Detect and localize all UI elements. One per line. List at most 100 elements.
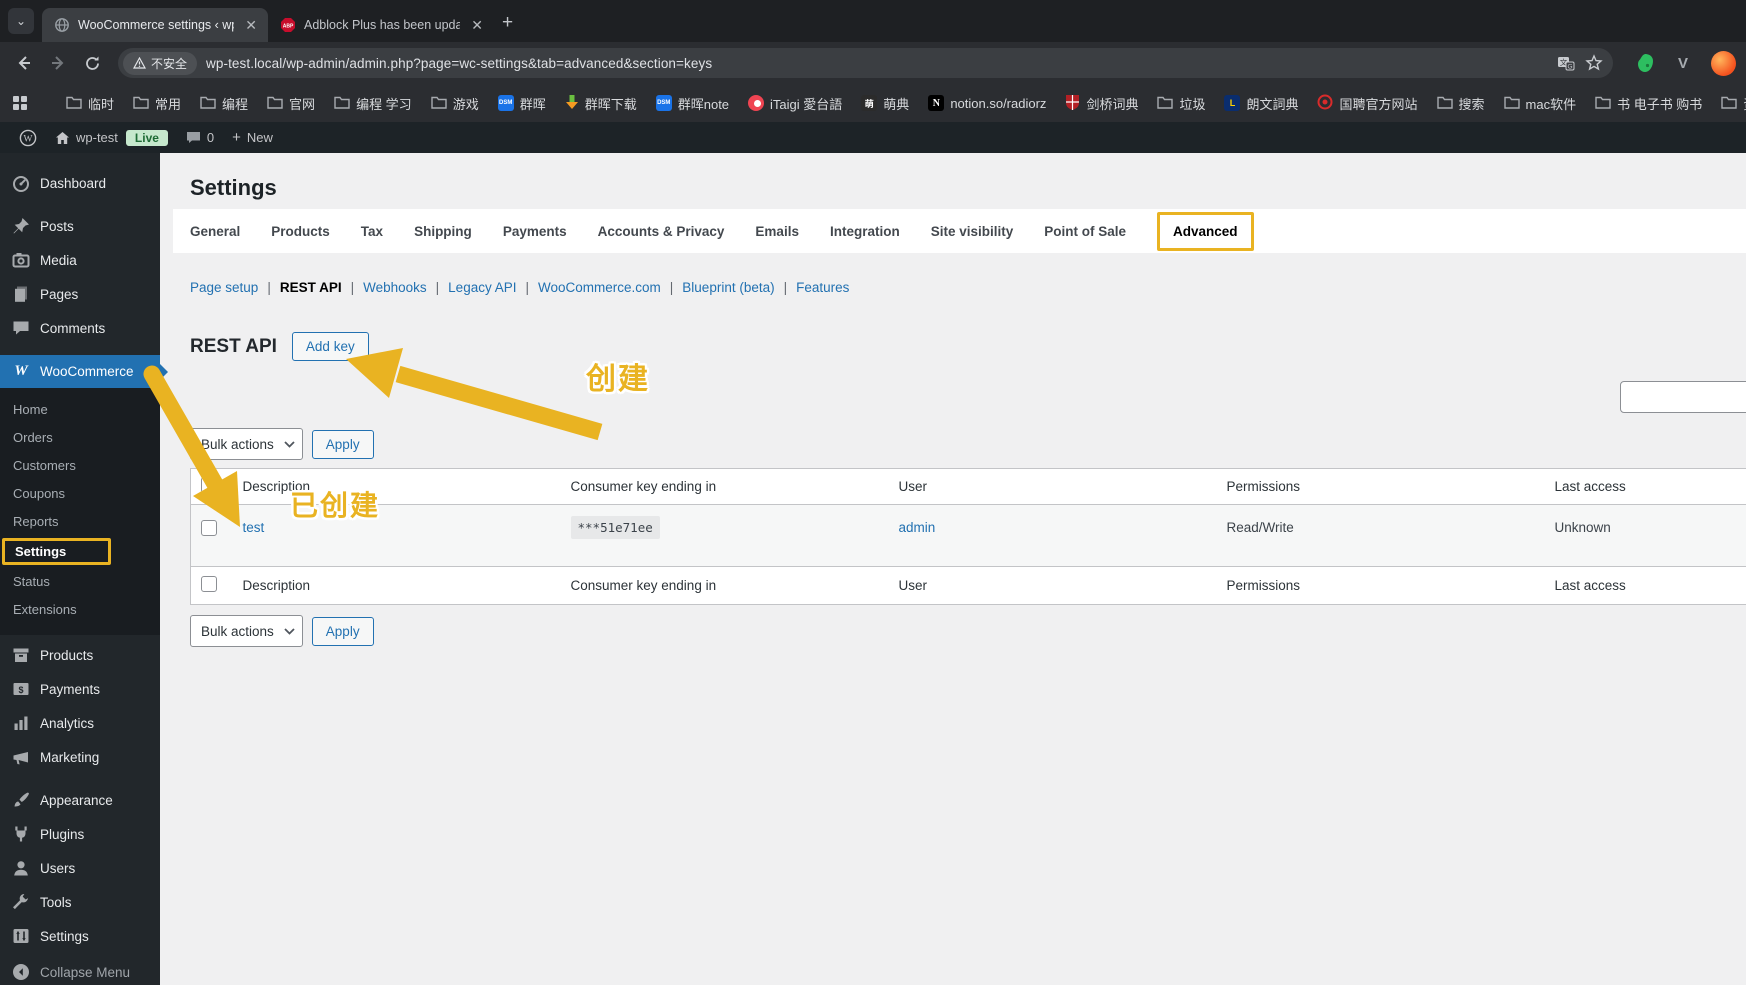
v-extension-icon[interactable]: V [1671,51,1695,75]
browser-tab-woocommerce[interactable]: WooCommerce settings ‹ wp ✕ [42,8,268,42]
key-user-link[interactable]: admin [899,520,936,535]
bookmark-item[interactable]: mac软件 [1503,94,1576,113]
sidebar-item-comments[interactable]: Comments [0,311,160,345]
evernote-extension-icon[interactable] [1633,51,1657,75]
tab-payments[interactable]: Payments [503,224,567,239]
sidebar-item-woo-status[interactable]: Status [0,567,160,595]
select-all-checkbox[interactable] [201,477,217,493]
bookmark-item[interactable]: L 朗文詞典 [1224,94,1298,113]
tab-emails[interactable]: Emails [755,224,799,239]
bookmark-item[interactable]: 萌萌典 [861,94,909,113]
bookmark-item[interactable]: Nnotion.so/radiorz [928,95,1046,111]
site-link[interactable]: wp-test Live [46,122,177,153]
bookmark-item[interactable]: DSM 群晖 [497,94,546,113]
sidebar-item-woocommerce[interactable]: W WooCommerce [0,355,168,388]
wp-admin-bar: W wp-test Live 0 + New [0,122,1746,153]
bulk-actions-select[interactable]: Bulk actions [190,615,303,647]
subnav-woocommerce-com[interactable]: WooCommerce.com [538,280,661,295]
reload-icon[interactable] [78,49,106,77]
bookmark-star-icon[interactable] [1585,54,1603,72]
apply-button[interactable]: Apply [311,616,374,646]
new-tab-button[interactable]: + [502,12,513,34]
sidebar-item-woo-settings[interactable]: Settings [0,535,160,567]
sidebar-item-woo-reports[interactable]: Reports [0,507,160,535]
warning-icon [133,57,146,69]
tab-close-icon[interactable]: ✕ [242,17,260,34]
comment-bubble-icon [186,132,200,143]
tab-shipping[interactable]: Shipping [414,224,472,239]
tab-general[interactable]: General [190,224,240,239]
bookmark-item[interactable]: 国聘官方网站 [1317,94,1418,113]
key-description-link[interactable]: test [243,520,265,535]
tab-site-visibility[interactable]: Site visibility [931,224,1014,239]
subnav-features[interactable]: Features [796,280,849,295]
tab-search-chevron-icon[interactable]: ⌄ [8,8,34,34]
select-all-checkbox[interactable] [201,576,217,592]
bookmark-item[interactable]: 临时 [66,94,114,113]
sidebar-item-products[interactable]: Products [0,638,160,672]
sidebar-item-appearance[interactable]: Appearance [0,783,160,817]
sidebar-item-users[interactable]: Users [0,851,160,885]
bookmark-item[interactable]: 剑桥词典 [1065,94,1138,113]
bookmark-item[interactable]: DSM 群晖note [655,94,729,113]
bulk-actions-select[interactable]: Bulk actions [190,428,303,460]
comments-counter[interactable]: 0 [177,122,223,153]
bookmark-item[interactable]: 搜索 [1436,94,1485,113]
back-icon[interactable] [10,49,38,77]
bookmark-item[interactable]: 官网 [267,94,315,113]
tab-advanced[interactable]: Advanced [1173,224,1238,239]
tab-point-of-sale[interactable]: Point of Sale [1044,224,1126,239]
sidebar-item-analytics[interactable]: Analytics [0,706,160,740]
sidebar-item-pages[interactable]: Pages [0,277,160,311]
apps-grid-icon[interactable] [12,95,28,111]
site-security-chip[interactable]: 不安全 [123,51,198,75]
collapse-menu-button[interactable]: Collapse Menu [0,955,160,985]
bookmark-item[interactable]: iTaigi 愛台語 [748,94,842,113]
row-checkbox[interactable] [201,520,217,536]
tab-products[interactable]: Products [271,224,330,239]
sidebar-item-woo-extensions[interactable]: Extensions [0,595,160,623]
sidebar-item-tools[interactable]: Tools [0,885,160,919]
apply-button[interactable]: Apply [311,429,374,459]
bookmark-item[interactable]: 资讯 设计 [1721,94,1746,113]
sidebar-item-woo-customers[interactable]: Customers [0,451,160,479]
sidebar-item-media[interactable]: Media [0,243,160,277]
user-icon [14,861,28,876]
forward-icon[interactable] [44,49,72,77]
sidebar-item-marketing[interactable]: Marketing [0,740,160,774]
folder-icon [430,95,447,112]
sidebar-item-plugins[interactable]: Plugins [0,817,160,851]
translate-icon[interactable]: 文G [1557,54,1575,72]
profile-avatar[interactable] [1711,50,1736,76]
sidebar-item-settings[interactable]: Settings [0,919,160,953]
sidebar-item-payments[interactable]: $ Payments [0,672,160,706]
subnav-blueprint[interactable]: Blueprint (beta) [682,280,774,295]
sidebar-item-posts[interactable]: Posts [0,209,160,243]
search-key-input[interactable] [1620,381,1746,413]
bookmark-item[interactable]: 编程 [200,94,248,113]
bookmark-item[interactable]: 书 电子书 购书 [1595,94,1702,113]
subnav-page-setup[interactable]: Page setup [190,280,258,295]
url-bar[interactable]: 不安全 wp-test.local/wp-admin/admin.php?pag… [118,48,1613,78]
bookmark-item[interactable]: 常用 [133,94,181,113]
sidebar-item-woo-orders[interactable]: Orders [0,423,160,451]
subnav-rest-api[interactable]: REST API [280,280,342,295]
sidebar-item-woo-coupons[interactable]: Coupons [0,479,160,507]
sidebar-item-dashboard[interactable]: Dashboard [0,166,160,200]
browser-tab-adblock[interactable]: ABP Adblock Plus has been updat ✕ [268,8,494,42]
tab-integration[interactable]: Integration [830,224,900,239]
browser-tab-strip: ⌄ WooCommerce settings ‹ wp ✕ ABP Adbloc… [0,0,1746,42]
new-content-button[interactable]: + New [223,122,282,153]
sidebar-item-woo-home[interactable]: Home [0,395,160,423]
tab-close-icon[interactable]: ✕ [468,17,486,34]
wordpress-logo-icon[interactable]: W [10,122,46,153]
bookmark-item[interactable]: 游戏 [430,94,479,113]
add-key-button[interactable]: Add key [291,332,369,361]
subnav-legacy-api[interactable]: Legacy API [448,280,516,295]
subnav-webhooks[interactable]: Webhooks [363,280,427,295]
tab-tax[interactable]: Tax [361,224,383,239]
bookmark-item[interactable]: 群晖下载 [565,94,637,113]
tab-accounts-privacy[interactable]: Accounts & Privacy [598,224,725,239]
bookmark-item[interactable]: 垃圾 [1157,94,1205,113]
bookmark-item[interactable]: 编程 学习 [334,94,412,113]
